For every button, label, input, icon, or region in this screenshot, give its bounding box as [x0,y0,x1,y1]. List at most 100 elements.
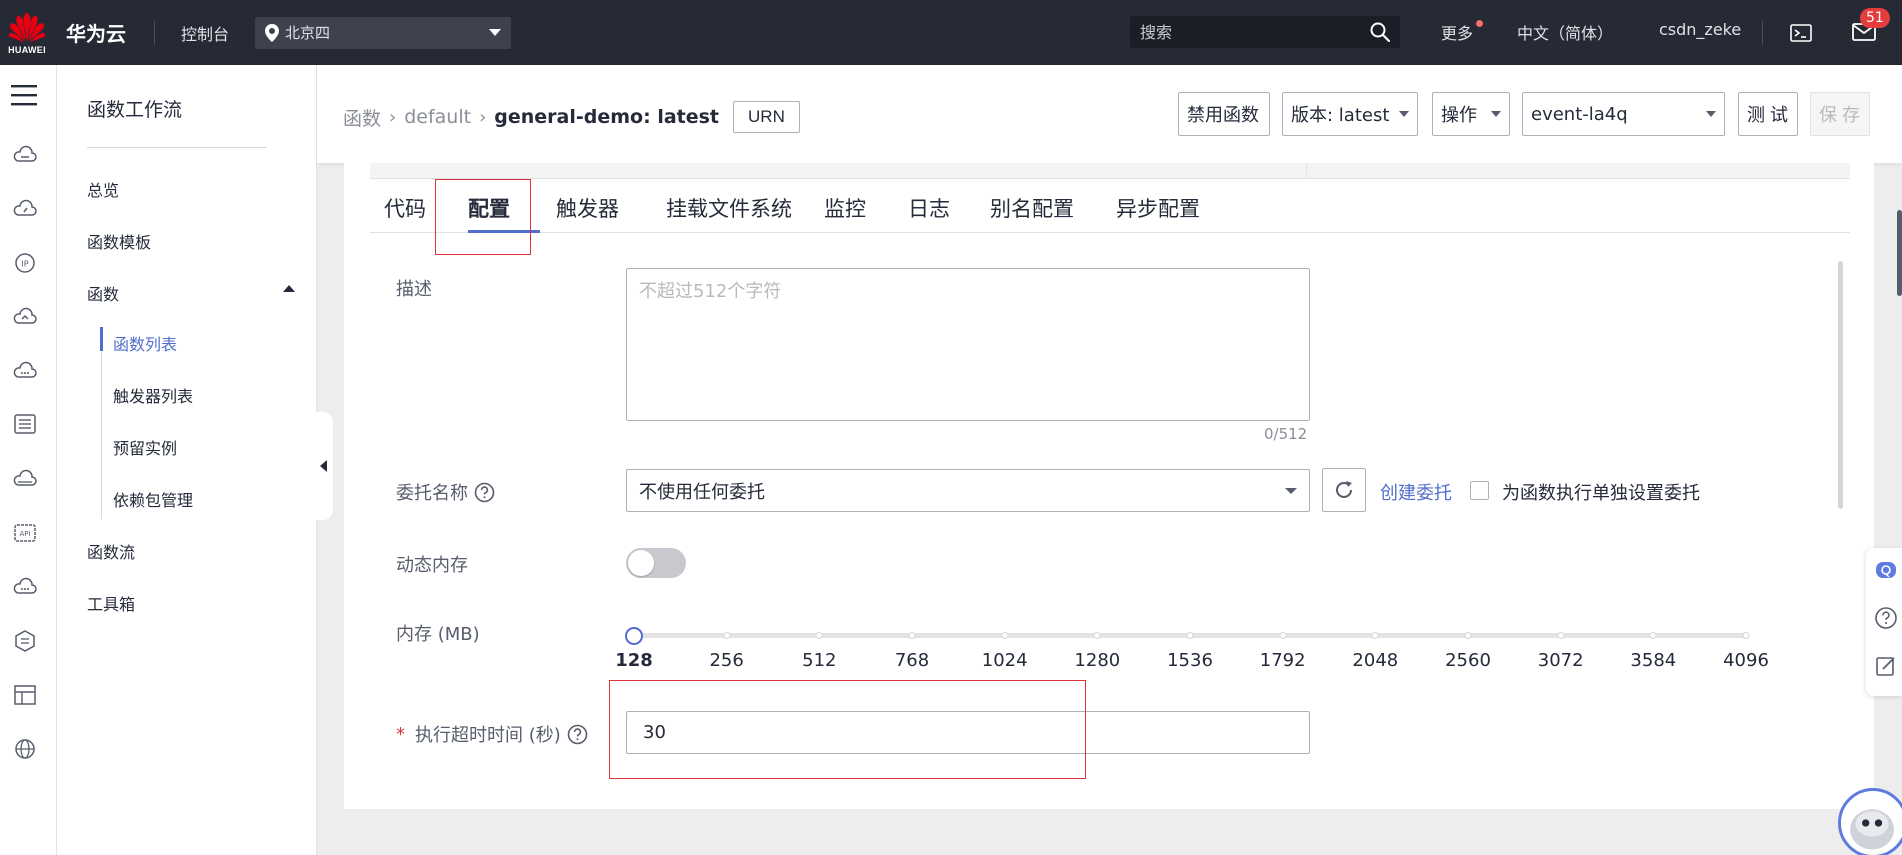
region-selector[interactable]: 北京四 [255,16,512,49]
test-event-select[interactable]: event-la4q [1522,92,1725,136]
tab-file-system[interactable]: 挂载文件系统 [666,193,792,223]
memory-label: 内存 (MB) [396,624,480,645]
version-select[interactable]: 版本: latest [1282,92,1418,136]
memory-slider-stop[interactable] [1279,632,1287,639]
breadcrumb-separator-icon: › [389,106,397,128]
test-button[interactable]: 测 试 [1738,92,1798,136]
breadcrumb-functions[interactable]: 函数 [343,104,381,131]
sidebar-item-templates[interactable]: 函数模板 [87,229,151,253]
memory-option-label[interactable]: 256 [709,650,743,671]
memory-slider-stop[interactable] [908,632,916,639]
memory-option-label[interactable]: 3072 [1538,650,1584,671]
urn-button[interactable]: URN [733,101,800,133]
tab-aliases[interactable]: 别名配置 [990,193,1074,223]
help-icon[interactable] [474,482,495,503]
tab-async-config[interactable]: 异步配置 [1116,193,1200,223]
memory-option-label[interactable]: 512 [802,650,836,671]
api-icon[interactable]: API [12,521,38,545]
version-label: 版本: latest [1291,105,1390,126]
tab-monitoring[interactable]: 监控 [824,193,866,223]
memory-slider-stop[interactable] [1001,632,1009,639]
memory-slider-stop[interactable] [723,632,731,639]
customer-service-icon[interactable] [1874,558,1898,582]
hamburger-menu-icon[interactable] [11,84,37,106]
search-icon[interactable] [1370,22,1390,42]
memory-slider-stop[interactable] [1557,632,1565,639]
sidebar-item-toolbox[interactable]: 工具箱 [87,591,135,615]
memory-option-label[interactable]: 128 [615,650,653,671]
description-textarea[interactable] [626,268,1310,421]
help-circle-icon[interactable] [1874,606,1898,630]
sidebar-item-overview[interactable]: 总览 [87,177,119,201]
tab-code[interactable]: 代码 [384,193,426,223]
memory-option-label[interactable]: 2560 [1445,650,1491,671]
memory-slider-handle[interactable] [625,627,643,645]
tab-triggers[interactable]: 触发器 [556,193,619,223]
cloud-storage-icon[interactable] [12,467,38,491]
memory-slider-stop[interactable] [1371,632,1379,639]
actions-dropdown[interactable]: 操作 [1432,92,1510,136]
breadcrumb: 函数 › default › general-demo: latest URN [343,101,800,133]
chevron-up-icon[interactable] [283,285,295,292]
code-info-strip [370,163,1850,179]
memory-option-label[interactable]: 3584 [1630,650,1676,671]
dynamic-memory-toggle[interactable] [626,548,686,578]
globe-icon[interactable] [12,737,38,761]
chat-assistant-avatar-icon[interactable] [1838,788,1902,855]
separate-agency-checkbox[interactable] [1470,481,1489,500]
memory-option-label[interactable]: 1536 [1167,650,1213,671]
list-board-icon[interactable] [12,413,38,437]
agency-select[interactable]: 不使用任何委托 [626,469,1310,512]
memory-option-label[interactable]: 1280 [1074,650,1120,671]
memory-slider-stop[interactable] [1742,632,1750,639]
cloud-server-icon[interactable] [12,143,38,167]
disable-function-button[interactable]: 禁用函数 [1178,92,1270,136]
cloud-speed-icon[interactable] [12,197,38,221]
hexagon-service-icon[interactable] [12,629,38,653]
sidebar-item-trigger-list[interactable]: 触发器列表 [113,383,193,407]
page-scrollbar[interactable] [1897,210,1902,296]
sidebar-item-function-list[interactable]: 函数列表 [113,331,177,355]
language-switch[interactable]: 中文（简体） [1517,20,1613,44]
config-card: 代码 配置 触发器 挂载文件系统 监控 日志 别名配置 异步配置 描述 0/51… [344,163,1874,809]
sidebar-item-reserved-instances[interactable]: 预留实例 [113,435,177,459]
submenu-guide-line [101,351,102,519]
brand-name[interactable]: 华为云 [66,18,126,47]
sidebar-item-functions[interactable]: 函数 [87,281,119,305]
memory-slider-stop[interactable] [1093,632,1101,639]
cloud-upload-icon[interactable] [12,305,38,329]
user-menu[interactable]: csdn_zeke [1659,20,1741,39]
memory-option-label[interactable]: 1024 [982,650,1028,671]
form-scrollbar[interactable] [1838,261,1843,509]
save-button[interactable]: 保 存 [1810,92,1870,136]
memory-slider-stop[interactable] [815,632,823,639]
elastic-ip-icon[interactable]: IP [12,251,38,275]
terminal-icon[interactable] [1790,24,1812,42]
notification-badge[interactable]: 51 [1860,8,1890,28]
cloud-more-icon[interactable] [12,359,38,383]
more-menu[interactable]: 更多 [1441,20,1473,44]
layout-icon[interactable] [12,683,38,707]
breadcrumb-app[interactable]: default [404,106,471,128]
memory-option-label[interactable]: 1792 [1260,650,1306,671]
memory-option-label[interactable]: 2048 [1352,650,1398,671]
help-icon[interactable] [567,724,588,745]
huawei-logo[interactable]: HUAWEI [2,0,52,65]
memory-slider-stop[interactable] [1649,632,1657,639]
sidebar-item-function-flow[interactable]: 函数流 [87,539,135,563]
memory-slider-stop[interactable] [1186,632,1194,639]
sidebar-collapse-button[interactable] [313,412,333,520]
memory-slider-stop[interactable] [1464,632,1472,639]
refresh-agency-button[interactable] [1322,468,1366,512]
console-link[interactable]: 控制台 [181,21,229,45]
memory-option-label[interactable]: 4096 [1723,650,1769,671]
feedback-icon[interactable] [1874,654,1898,678]
memory-option-label[interactable]: 768 [895,650,929,671]
tab-logs[interactable]: 日志 [908,193,950,223]
cloud-service-icon[interactable] [12,575,38,599]
refresh-icon [1336,481,1352,498]
search-input[interactable] [1140,22,1370,42]
create-agency-link[interactable]: 创建委托 [1380,479,1452,505]
sidebar-item-dependencies[interactable]: 依赖包管理 [113,487,193,511]
breadcrumb-separator-icon: › [479,106,487,128]
